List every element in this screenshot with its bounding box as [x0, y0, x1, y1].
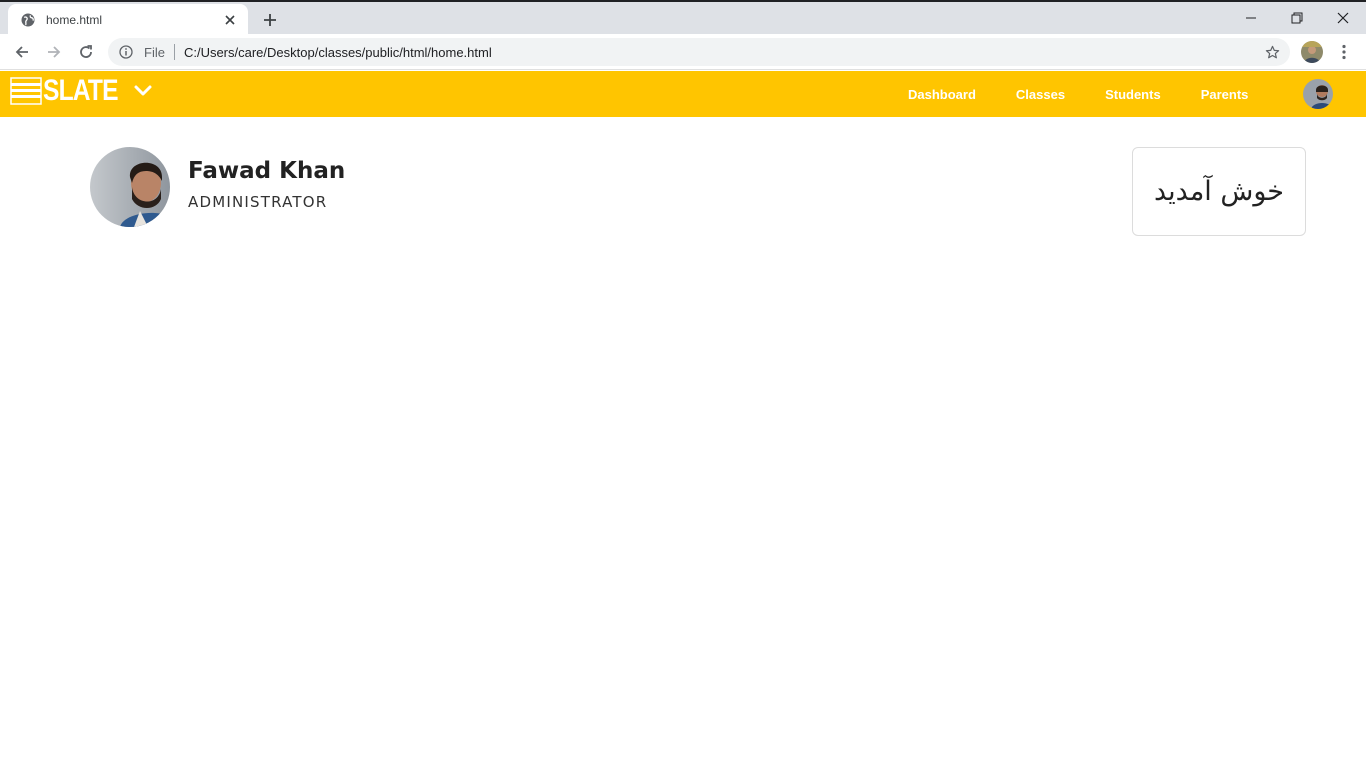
minimize-icon[interactable]	[1228, 6, 1274, 30]
profile-role: ADMINISTRATOR	[188, 193, 328, 211]
nav-dashboard[interactable]: Dashboard	[888, 87, 996, 102]
welcome-text: خوش آمدید	[1153, 176, 1284, 207]
welcome-card: خوش آمدید	[1132, 147, 1306, 236]
brand-logo[interactable]: SLATE	[10, 76, 134, 106]
chevron-down-icon[interactable]	[133, 83, 153, 99]
arrow-right-icon[interactable]	[42, 40, 66, 64]
browser-toolbar: File C:/Users/care/Desktop/classes/publi…	[0, 34, 1366, 70]
user-avatar[interactable]	[1303, 79, 1333, 109]
close-icon[interactable]	[222, 12, 238, 28]
browser-profile-avatar[interactable]	[1301, 41, 1323, 63]
globe-icon	[20, 12, 36, 28]
browser-tab[interactable]: home.html	[8, 4, 248, 36]
main-nav: Dashboard Classes Students Parents	[888, 71, 1268, 117]
restore-icon[interactable]	[1274, 6, 1320, 30]
reload-icon[interactable]	[74, 40, 98, 64]
nav-students[interactable]: Students	[1085, 87, 1181, 102]
info-icon[interactable]	[118, 44, 134, 60]
arrow-left-icon[interactable]	[10, 40, 34, 64]
app-navbar: SLATE Dashboard Classes Students Parents	[0, 71, 1366, 117]
logo-mark-icon	[10, 77, 42, 105]
brand-name: SLATE	[43, 74, 119, 107]
plus-icon[interactable]	[260, 10, 280, 30]
profile-photo	[90, 147, 170, 227]
profile-name: Fawad Khan	[188, 158, 346, 184]
browser-titlebar: home.html	[0, 0, 1366, 36]
window-close-icon[interactable]	[1320, 6, 1366, 30]
scheme-label: File	[144, 44, 165, 60]
nav-parents[interactable]: Parents	[1181, 87, 1269, 102]
kebab-menu-icon[interactable]	[1336, 40, 1352, 64]
tab-title: home.html	[46, 13, 103, 27]
url-text[interactable]: C:/Users/care/Desktop/classes/public/htm…	[184, 45, 1290, 60]
address-divider	[173, 44, 175, 60]
nav-classes[interactable]: Classes	[996, 87, 1085, 102]
address-bar[interactable]: File C:/Users/care/Desktop/classes/publi…	[108, 38, 1290, 66]
profile-header: Fawad Khan ADMINISTRATOR	[90, 147, 345, 227]
profile-text: Fawad Khan ADMINISTRATOR	[188, 157, 345, 211]
star-icon[interactable]	[1264, 44, 1280, 60]
